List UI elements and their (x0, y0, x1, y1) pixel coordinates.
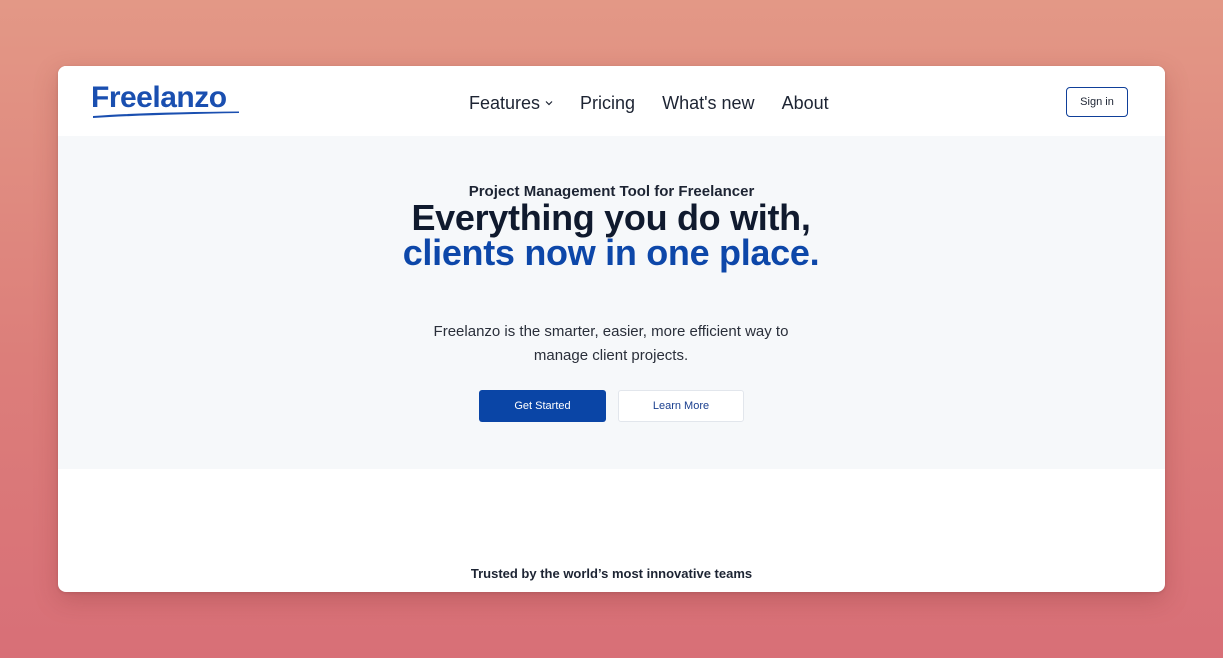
nav-item-label: Features (469, 92, 541, 113)
hero-headline-blue: clients now in one place. (402, 232, 820, 273)
nav-item-label: Pricing (580, 92, 636, 113)
nav-item-about[interactable]: About (782, 93, 829, 114)
nav-item-label: What's new (662, 92, 755, 113)
hero-subtext: Freelanzo is the smarter, easier, more e… (433, 323, 789, 364)
hero-section: Project Management Tool for Freelancer E… (58, 136, 1165, 469)
hero-headline: Everything you do with, clients now in o… (361, 197, 861, 273)
get-started-button[interactable]: Get Started (479, 390, 606, 422)
logo-swoosh-icon (93, 111, 239, 118)
learn-more-button[interactable]: Learn More (618, 390, 744, 422)
trusted-by-heading: Trusted by the world’s most innovative t… (470, 566, 753, 581)
site-header: Freelanzo Features Pricing What's new Ab… (58, 66, 1165, 136)
browser-window: Freelanzo Features Pricing What's new Ab… (58, 66, 1165, 592)
nav-item-features[interactable]: Features (469, 93, 553, 114)
sign-in-button[interactable]: Sign in (1066, 87, 1128, 117)
hero-headline-dark: Everything you do with, (411, 197, 811, 238)
nav-item-pricing[interactable]: Pricing (580, 93, 635, 114)
nav-item-label: About (781, 92, 829, 113)
main-nav: Features Pricing What's new About (469, 90, 829, 116)
nav-item-whats-new[interactable]: What's new (662, 93, 754, 114)
chevron-down-icon (545, 101, 553, 106)
brand-logo[interactable]: Freelanzo (91, 80, 241, 124)
